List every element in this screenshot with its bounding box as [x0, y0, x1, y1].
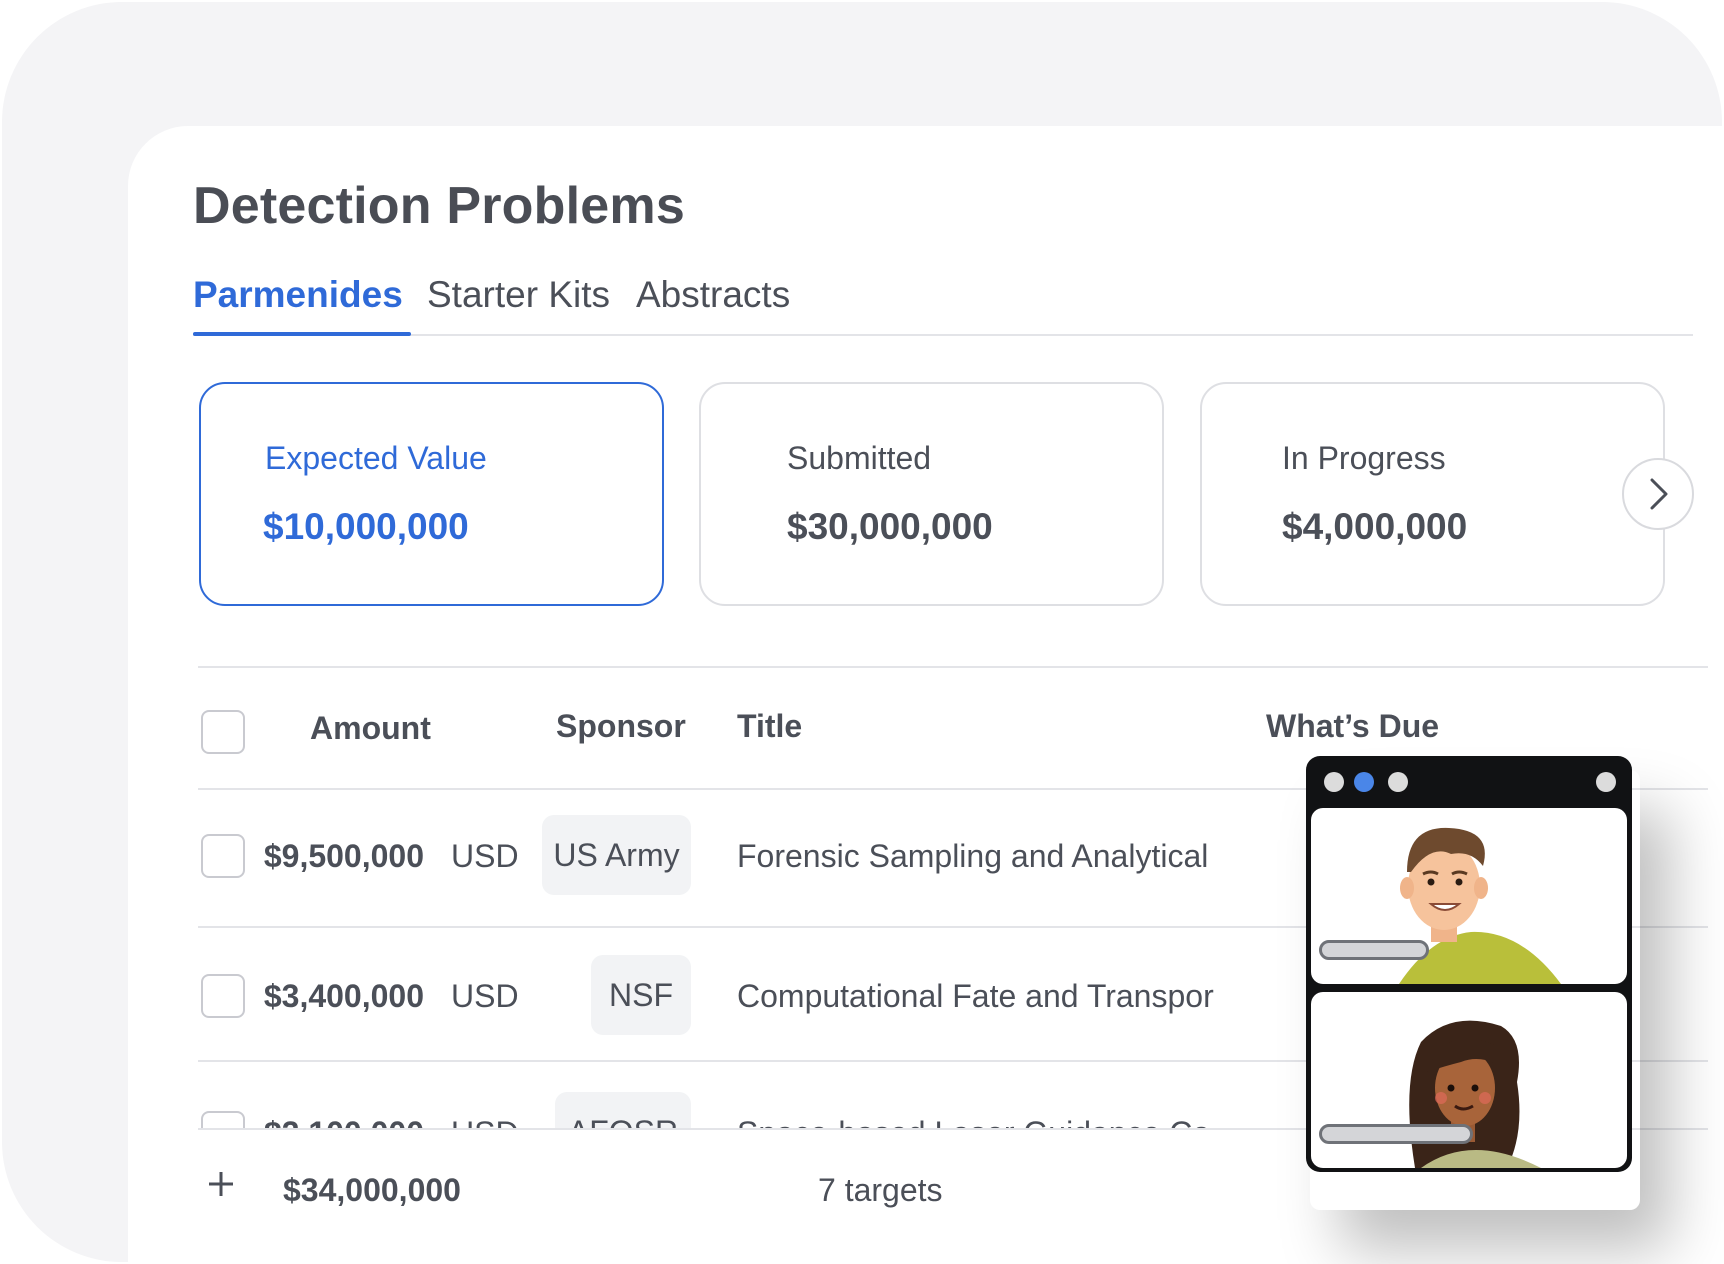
- participant-tile[interactable]: [1311, 808, 1627, 984]
- sponsor-chip: AFOSR: [555, 1092, 691, 1128]
- plus-icon: [209, 1172, 233, 1196]
- participant-tile[interactable]: [1311, 992, 1627, 1168]
- row-amount: $2,100,000: [224, 1115, 424, 1128]
- participant-name-bar: [1319, 940, 1429, 960]
- total-amount: $34,000,000: [283, 1172, 461, 1208]
- row-amount: $9,500,000: [263, 838, 424, 874]
- row-currency: USD: [451, 1115, 519, 1128]
- participant-name-bar: [1319, 1124, 1473, 1144]
- sponsor-chip: NSF: [591, 955, 691, 1035]
- targets-count: 7 targets: [818, 1172, 943, 1208]
- row-currency: USD: [451, 838, 519, 874]
- video-call-window[interactable]: [1306, 756, 1632, 1172]
- window-dot[interactable]: [1388, 772, 1408, 792]
- window-dot[interactable]: [1596, 772, 1616, 792]
- row-title[interactable]: Space-based Laser Guidance Co: [737, 1115, 1210, 1128]
- row-amount: $3,400,000: [263, 978, 424, 1014]
- row-title[interactable]: Forensic Sampling and Analytical: [737, 838, 1208, 875]
- row-currency: USD: [451, 978, 519, 1014]
- window-dot[interactable]: [1324, 772, 1344, 792]
- add-target-button[interactable]: [203, 1166, 239, 1202]
- window-dot-active[interactable]: [1354, 772, 1374, 792]
- sponsor-chip: US Army: [542, 815, 691, 895]
- row-title[interactable]: Computational Fate and Transpor: [737, 978, 1214, 1015]
